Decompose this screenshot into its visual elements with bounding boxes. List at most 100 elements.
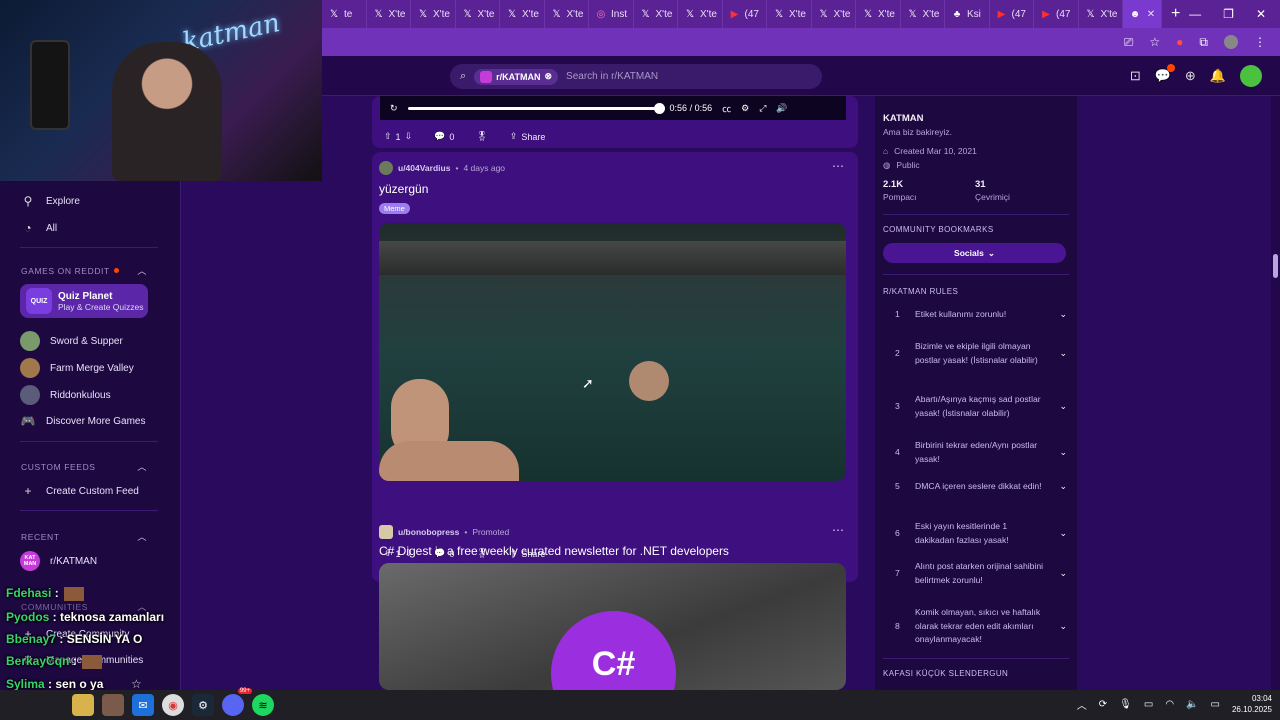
search-input[interactable]: Search in r/KATMAN	[566, 71, 658, 82]
recent-header[interactable]: RECENT ︿	[21, 530, 147, 543]
browser-tab[interactable]: 𝕏 X'te	[411, 0, 456, 28]
browser-tab[interactable]: 𝕏 X'te	[456, 0, 500, 28]
spotify-icon[interactable]: ≋	[252, 694, 274, 716]
rule-item[interactable]: 4 Birbirini tekrar eden/Aynı postlar yasa…	[895, 439, 1067, 466]
rule-item[interactable]: 5 DMCA içeren seslere dikkat edin! ⌄	[895, 480, 1067, 494]
display-icon[interactable]: ▭	[1144, 699, 1153, 710]
file-explorer-icon[interactable]	[72, 694, 94, 716]
browser-tab[interactable]: 𝕏 X'te	[500, 0, 545, 28]
post-image[interactable]: ➚	[379, 223, 846, 481]
sidebar-recent-katman[interactable]: KAT MAN r/KATMAN	[20, 551, 97, 571]
extensions-puzzle-icon[interactable]: ⧉	[1199, 35, 1208, 50]
profile-avatar-icon[interactable]	[1224, 35, 1238, 49]
replay-icon[interactable]: ↻	[390, 103, 398, 114]
post-author[interactable]: u/404Vardius	[398, 163, 450, 173]
video-progress-knob[interactable]	[653, 102, 665, 114]
install-app-icon[interactable]: ⎚	[1124, 35, 1134, 50]
browser-tab[interactable]: 𝕏 X'te	[767, 0, 812, 28]
new-tab-button[interactable]: +	[1162, 5, 1189, 23]
chat-icon[interactable]: 💬	[1155, 64, 1175, 84]
browser-tab[interactable]: 𝕏 X'te	[856, 0, 901, 28]
app-thumbnail-icon[interactable]	[102, 694, 124, 716]
browser-tab[interactable]: ▶ (47	[990, 0, 1034, 28]
star-icon[interactable]: ☆	[131, 677, 142, 691]
browser-tab[interactable]: 𝕏 X'te	[678, 0, 723, 28]
chip-remove-icon[interactable]: ⊗	[545, 71, 553, 82]
rule-item[interactable]: 8 Komik olmayan, sıkıcı ve haftalık olara…	[895, 606, 1067, 647]
post-title[interactable]: C# Digest is a free weekly curated newsl…	[379, 544, 729, 558]
sidebar-game-farm-merge[interactable]: Farm Merge Valley	[20, 358, 134, 378]
fullscreen-icon[interactable]: ⤢	[759, 103, 766, 114]
settings-icon[interactable]: ⚙	[741, 103, 749, 114]
discord-icon[interactable]: 99+	[222, 688, 252, 716]
browser-tab[interactable]: 𝕏 X'te	[367, 0, 411, 28]
browser-tab[interactable]: ▶ (47	[723, 0, 767, 28]
browser-tab[interactable]: 𝕏 X'te	[812, 0, 856, 28]
video-progress-track[interactable]	[407, 102, 665, 114]
minimize-icon[interactable]: —	[1189, 7, 1201, 21]
user-avatar[interactable]	[1240, 65, 1262, 87]
rule-item[interactable]: 6 Eski yayın kesitlerinde 1 dakikadan faz…	[895, 520, 1067, 547]
wifi-icon[interactable]: ◠	[1165, 699, 1174, 710]
upvote-icon[interactable]: ⇧	[384, 131, 392, 142]
sidebar-game-sword-supper[interactable]: Sword & Supper	[20, 331, 123, 351]
ad-image[interactable]: C#	[379, 563, 846, 690]
rule-item[interactable]: 2 Bizimle ve ekiple ilgili olmayan postla…	[895, 340, 1067, 367]
sidebar-game-riddonkulous[interactable]: Riddonkulous	[20, 385, 111, 405]
sidebar-item-explore[interactable]: ⚲ Explore	[20, 193, 80, 209]
post-flair[interactable]: Meme	[379, 203, 410, 214]
chrome-icon[interactable]: ◉	[162, 694, 184, 716]
clock[interactable]: 03:04 26.10.2025	[1232, 693, 1272, 715]
restore-icon[interactable]: ❐	[1223, 7, 1234, 21]
browser-tab[interactable]: 𝕏 X'te	[1079, 0, 1123, 28]
close-window-icon[interactable]: ✕	[1256, 7, 1266, 21]
quiz-planet-card[interactable]: QUIZ Quiz Planet Play & Create Quizzes	[20, 284, 148, 318]
browser-tab[interactable]: 𝕏 X'te	[545, 0, 589, 28]
captions-icon[interactable]: ㏄	[722, 102, 731, 115]
post-title[interactable]: yüzergün	[379, 182, 428, 196]
page-scrollbar[interactable]	[1271, 96, 1280, 690]
rule-item[interactable]: 7 Alıntı post atarken orijinal sahibini b…	[895, 560, 1067, 587]
volume-icon[interactable]: 🔊	[776, 103, 787, 114]
advertise-icon[interactable]: ⊡	[1130, 68, 1141, 84]
notifications-bell-icon[interactable]: 🔔	[1210, 68, 1226, 84]
more-options-icon[interactable]: ⋯	[832, 523, 844, 537]
socials-dropdown[interactable]: Socials ⌄	[883, 243, 1066, 263]
sidebar-discover-games[interactable]: 🎮 Discover More Games	[20, 413, 146, 429]
browser-tab[interactable]: 𝕏te	[322, 0, 367, 28]
create-post-icon[interactable]: ⊕	[1185, 68, 1196, 84]
rule-item[interactable]: 1 Etiket kullanımı zorunlu! ⌄	[895, 308, 1067, 322]
bookmark-star-icon[interactable]: ☆	[1149, 35, 1160, 49]
search-bar[interactable]: ⌕ r/KATMAN ⊗ Search in r/KATMAN	[450, 64, 822, 89]
downvote-icon[interactable]: ⇩	[405, 131, 413, 142]
tray-chevron-icon[interactable]: ︿	[1077, 697, 1087, 712]
browser-tab[interactable]: ◎ Inst	[589, 0, 634, 28]
rule-item[interactable]: 3 Abartı/Aşınya kaçmış sad postlar yasak!…	[895, 393, 1067, 420]
microphone-icon[interactable]: 🎙	[1119, 699, 1132, 710]
browser-tab[interactable]: 𝕏 X'te	[634, 0, 678, 28]
steam-icon[interactable]: ⚙	[192, 694, 214, 716]
post-promoted[interactable]: u/bonobopress • Promoted ⋯ C# Digest is …	[372, 516, 858, 690]
battery-icon[interactable]: ▭	[1211, 699, 1220, 710]
outlook-icon[interactable]: ✉	[132, 694, 154, 716]
tab-close-icon[interactable]: ✕	[1147, 9, 1155, 20]
community-search-chip[interactable]: r/KATMAN ⊗	[474, 68, 559, 85]
award-icon[interactable]: 🎖	[476, 131, 487, 142]
share-button[interactable]: ⇪ Share	[510, 131, 546, 142]
speaker-icon[interactable]: 🔈	[1186, 699, 1198, 710]
browser-tab[interactable]: ♣ Ksi	[945, 0, 990, 28]
custom-feeds-header[interactable]: CUSTOM FEEDS ︿	[21, 460, 147, 473]
comments-button[interactable]: 💬 0	[434, 131, 454, 142]
scrollbar-thumb[interactable]	[1273, 254, 1278, 278]
user-avatar[interactable]	[379, 525, 393, 539]
browser-menu-icon[interactable]: ⋮	[1254, 35, 1266, 49]
more-options-icon[interactable]: ⋯	[832, 159, 844, 173]
browser-tab[interactable]: 𝕏 X'te	[901, 0, 945, 28]
sidebar-item-all[interactable]: ◔ All	[20, 220, 57, 236]
post-author[interactable]: u/bonobopress	[398, 527, 459, 537]
extension-red-icon[interactable]: ●	[1176, 35, 1183, 49]
games-section-header[interactable]: GAMES ON REDDIT ︿	[21, 264, 147, 277]
browser-tab[interactable]: ▶ (47	[1034, 0, 1079, 28]
tab-active-reddit[interactable]: ☻ ✕	[1123, 0, 1163, 28]
user-avatar[interactable]	[379, 161, 393, 175]
